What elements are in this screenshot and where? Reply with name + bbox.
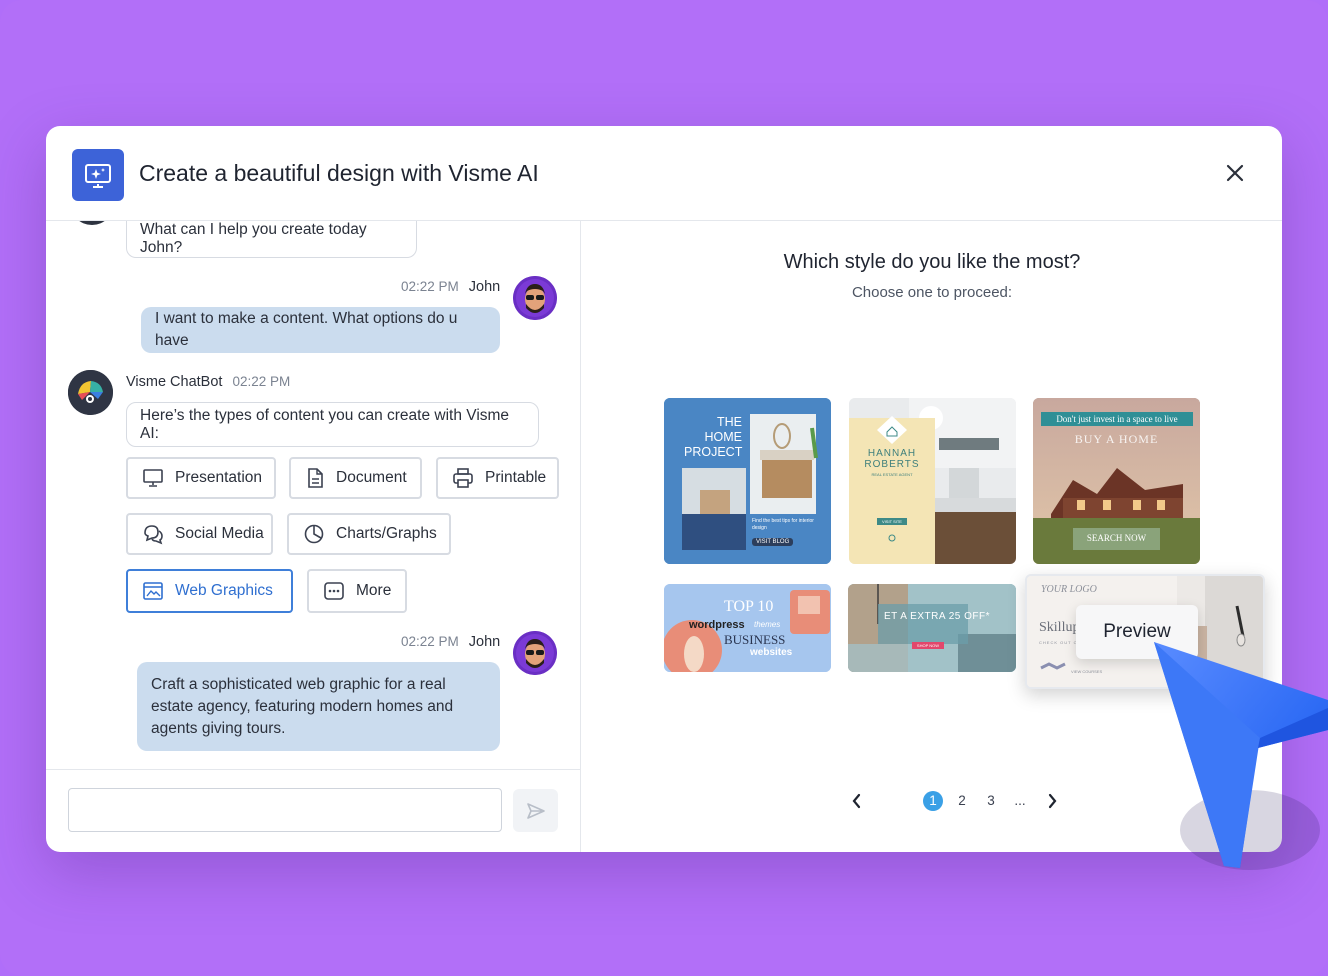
bot-message: Here’s the types of content you can crea… [126, 402, 539, 447]
card-button: VIEW COURSES [1071, 669, 1103, 674]
chat-bubbles-icon [144, 525, 163, 545]
template-thumbnail [849, 398, 1016, 564]
more-dots-icon [324, 582, 344, 600]
pagination-page-2[interactable]: 2 [952, 791, 972, 811]
message-time: 02:22 PM [401, 634, 459, 649]
card-line: websites [750, 647, 793, 658]
message-text: What can I help you create today John? [140, 221, 367, 256]
pie-chart-icon [304, 524, 324, 544]
bot-message: What can I help you create today John? [126, 221, 417, 258]
user-avatar [513, 276, 557, 320]
message-meta: 02:22 PM John [401, 279, 500, 295]
card-button: VISIT BLOG [752, 538, 794, 546]
chat-input[interactable] [68, 788, 502, 832]
card-line: wordpress [689, 619, 745, 631]
mouse-cursor-icon [1154, 642, 1328, 870]
card-headline: ET A EXTRA 25 OFF* [883, 611, 991, 622]
message-text: Craft a sophisticated web graphic for a … [151, 675, 454, 737]
option-label: More [356, 582, 392, 599]
user-message: Craft a sophisticated web graphic for a … [137, 662, 500, 751]
card-caption: CHECK OUT O [1039, 640, 1078, 645]
send-button[interactable] [513, 789, 558, 832]
option-label: Charts/Graphs [336, 525, 437, 542]
style-card-1[interactable]: THE HOME PROJECT Find the best tips for … [664, 398, 831, 564]
bot-avatar [70, 221, 114, 225]
message-author: John [468, 279, 501, 295]
document-icon [308, 468, 323, 488]
card-logo: YOUR LOGO [1041, 584, 1097, 595]
card-line: PROJECT [684, 445, 743, 459]
card-caption: Find the best tips for interior design [752, 518, 814, 531]
message-author: John [468, 634, 501, 650]
style-card-2[interactable]: HANNAH ROBERTS REAL ESTATE AGENT VISIT S… [849, 398, 1016, 564]
option-social-media[interactable]: Social Media [126, 513, 273, 555]
card-button: SEARCH NOW [1086, 533, 1147, 543]
pagination-ellipsis: ... [1014, 793, 1026, 808]
chevron-left-icon [852, 793, 861, 809]
option-more[interactable]: More [307, 569, 407, 613]
chevron-right-icon [1048, 793, 1057, 809]
pagination-page-3[interactable]: 3 [981, 791, 1001, 811]
message-meta: 02:22 PM John [401, 634, 500, 650]
message-text: Here’s the types of content you can crea… [140, 406, 510, 442]
card-line: themes [754, 620, 781, 629]
web-graphics-icon [143, 582, 163, 600]
option-label: Presentation [175, 469, 263, 486]
send-icon [526, 802, 545, 819]
ai-sparkle-screen-icon [72, 149, 124, 201]
presentation-icon [143, 469, 163, 487]
user-message: I want to make a content. What options d… [141, 307, 500, 353]
card-headline: THE HOME PROJECT [684, 415, 742, 460]
close-icon[interactable] [1222, 160, 1248, 186]
option-label: Web Graphics [175, 582, 273, 599]
modal-header: Create a beautiful design with Visme AI [46, 126, 1282, 221]
card-banner: Don't just invest in a space to live [1056, 414, 1178, 424]
card-button: SHOP NOW [916, 643, 940, 648]
chat-pane: What can I help you create today John? 0… [46, 221, 581, 852]
option-label: Printable [485, 469, 547, 486]
pagination-page-1[interactable]: 1 [923, 791, 943, 811]
card-line: HOME [704, 430, 743, 444]
card-tag: REAL ESTATE AGENT [871, 472, 913, 477]
card-button: VISIT SITE [882, 519, 902, 524]
chat-input-row [46, 769, 580, 852]
style-subtitle: Choose one to proceed: [851, 284, 1013, 301]
style-card-3[interactable]: Don't just invest in a space to live BUY… [1033, 398, 1200, 564]
option-label: Social Media [175, 525, 264, 542]
card-headline: Skillup [1039, 620, 1080, 635]
card-line: ROBERTS [864, 459, 920, 470]
option-charts-graphs[interactable]: Charts/Graphs [287, 513, 451, 555]
chatbot-avatar [68, 370, 113, 415]
card-headline: BUY A HOME [1074, 432, 1159, 446]
style-card-5[interactable]: ET A EXTRA 25 OFF* SHOP NOW [848, 584, 1016, 672]
visme-ai-modal: Create a beautiful design with Visme AI … [46, 126, 1282, 852]
template-thumbnail [848, 584, 1016, 672]
option-printable[interactable]: Printable [436, 457, 559, 499]
option-web-graphics[interactable]: Web Graphics [126, 569, 293, 613]
card-headline: HANNAH ROBERTS [849, 448, 935, 470]
card-line: THE [717, 415, 742, 429]
user-avatar [513, 631, 557, 675]
modal-title: Create a beautiful design with Visme AI [139, 160, 539, 186]
option-document[interactable]: Document [289, 457, 422, 499]
card-line: BUSINESS [724, 632, 786, 647]
pagination-next[interactable] [1043, 791, 1063, 811]
message-time: 02:22 PM [232, 374, 291, 389]
pagination-prev[interactable] [846, 791, 866, 811]
message-text: I want to make a content. What options d… [155, 310, 458, 349]
message-author: Visme ChatBot [126, 374, 223, 390]
card-line: HANNAH [867, 448, 917, 459]
message-time: 02:22 PM [401, 279, 459, 294]
style-card-4[interactable]: TOP 10 wordpress themes BUSINESS website… [664, 584, 831, 672]
style-question: Which style do you like the most? [783, 251, 1081, 273]
option-label: Document [336, 469, 407, 486]
printer-icon [453, 468, 473, 488]
message-meta: Visme ChatBot 02:22 PM [126, 374, 290, 390]
card-headline: TOP 10 [724, 598, 774, 615]
option-presentation[interactable]: Presentation [126, 457, 276, 499]
